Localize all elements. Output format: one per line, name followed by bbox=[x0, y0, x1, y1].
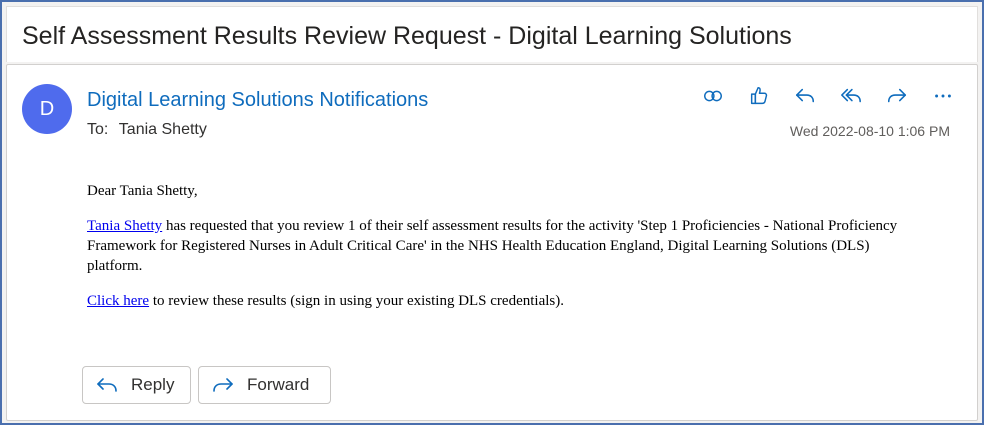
body-paragraph-2-text: to review these results (sign in using y… bbox=[149, 293, 564, 309]
more-icon[interactable] bbox=[927, 81, 959, 111]
body-paragraph-2: Click here to review these results (sign… bbox=[87, 291, 927, 311]
recipient-name[interactable]: Tania Shetty bbox=[119, 121, 207, 138]
like-icon[interactable] bbox=[743, 81, 775, 111]
forward-button-icon bbox=[213, 378, 233, 392]
forward-button[interactable]: Forward bbox=[198, 366, 331, 404]
reply-button[interactable]: Reply bbox=[82, 366, 191, 404]
message-card: D Digital Learning Solutions Notificatio… bbox=[6, 64, 978, 421]
to-label: To: bbox=[87, 121, 109, 138]
reply-icon[interactable] bbox=[789, 81, 821, 111]
body-paragraph-1-text: has requested that you review 1 of their… bbox=[87, 218, 898, 274]
click-here-link[interactable]: Click here bbox=[87, 293, 149, 309]
requester-link[interactable]: Tania Shetty bbox=[87, 218, 162, 234]
message-body: Dear Tania Shetty, Tania Shetty has requ… bbox=[87, 181, 927, 326]
received-date: Wed 2022-08-10 1:06 PM bbox=[789, 123, 950, 139]
forward-button-label: Forward bbox=[247, 375, 310, 394]
recipient-line: To: Tania Shetty bbox=[87, 121, 207, 139]
reply-button-label: Reply bbox=[131, 375, 175, 394]
subject-bar: Self Assessment Results Review Request -… bbox=[6, 6, 978, 62]
forward-icon[interactable] bbox=[881, 81, 913, 111]
reply-button-icon bbox=[97, 378, 117, 392]
loop-icon[interactable] bbox=[697, 81, 729, 111]
reply-all-icon[interactable] bbox=[835, 81, 867, 111]
email-window: Self Assessment Results Review Request -… bbox=[0, 0, 984, 425]
avatar[interactable]: D bbox=[22, 84, 72, 134]
email-subject: Self Assessment Results Review Request -… bbox=[22, 22, 792, 50]
sender-name[interactable]: Digital Learning Solutions Notifications bbox=[87, 89, 428, 112]
greeting: Dear Tania Shetty, bbox=[87, 183, 198, 199]
body-paragraph-1: Tania Shetty has requested that you revi… bbox=[87, 216, 927, 276]
